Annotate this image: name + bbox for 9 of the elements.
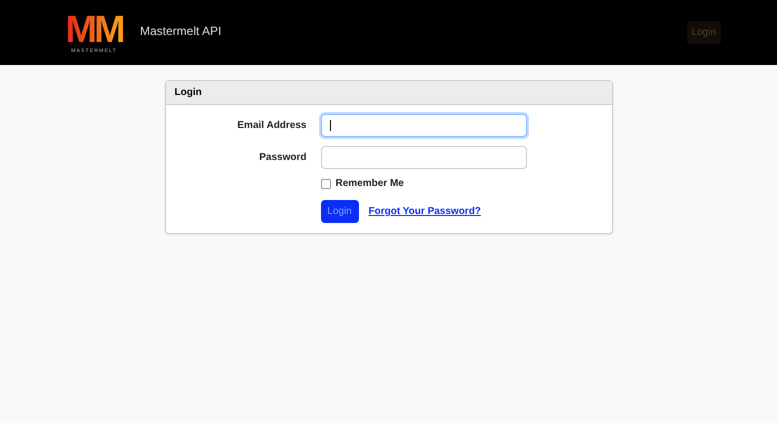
- brand-link[interactable]: Mastermelt API: [140, 24, 222, 38]
- input-field[interactable]: [320, 146, 526, 169]
- checkbox-label: Remember Me: [336, 178, 404, 189]
- checkbox[interactable]: [320, 178, 330, 188]
- card-title: Login: [174, 87, 202, 98]
- field-label: Password: [258, 152, 306, 163]
- forgot-password-link[interactable]: Forgot Your Password?: [368, 206, 481, 217]
- field-label: Email Address: [236, 120, 306, 131]
- input-field[interactable]: [320, 114, 526, 137]
